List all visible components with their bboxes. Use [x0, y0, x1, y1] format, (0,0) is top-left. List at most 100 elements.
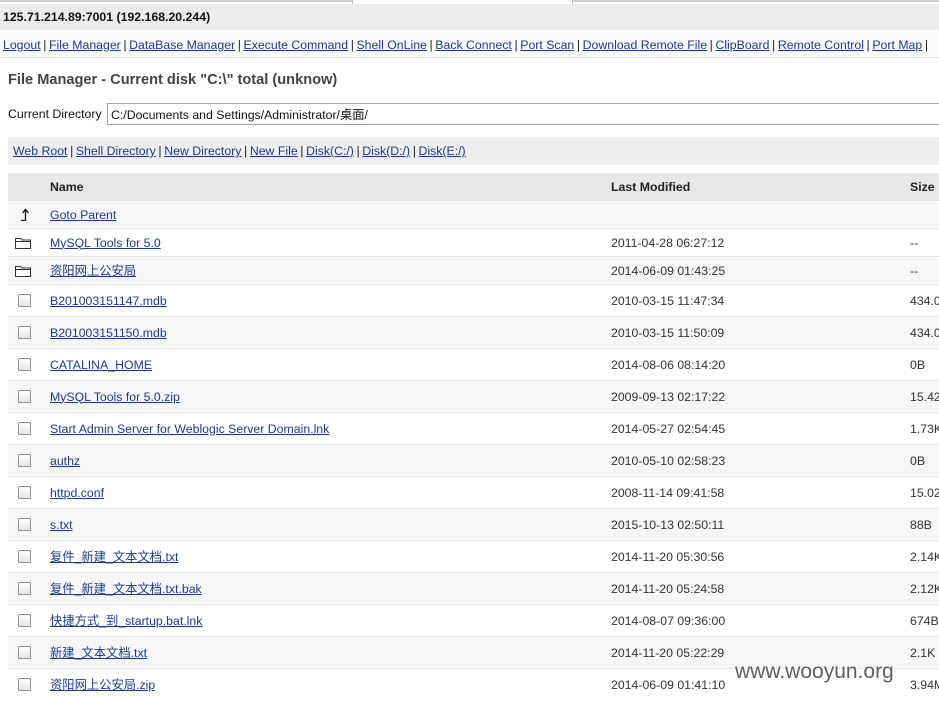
main-nav: Logout | File Manager | DataBase Manager | Exe… — [0, 30, 939, 58]
column-header-size[interactable]: Size — [910, 180, 939, 194]
tab-strip-line-left — [0, 0, 352, 2]
file-size: 674B — [910, 613, 939, 628]
row-icon-cell — [8, 229, 50, 256]
nav-database-manager[interactable]: DataBase Manager — [129, 38, 235, 52]
last-modified: 2010-03-15 11:47:34 — [611, 293, 725, 308]
row-select-cell — [8, 413, 50, 444]
table-row-file: 复件_新建_文本文档.txt.bak 2014-11-20 05:24:58 2… — [8, 572, 939, 604]
file-link[interactable]: CATALINA_HOME — [50, 358, 152, 372]
table-row-parent: Goto Parent — [8, 200, 939, 228]
row-checkbox[interactable] — [18, 646, 31, 659]
last-modified: 2011-04-28 06:27:12 — [611, 235, 725, 250]
row-icon-cell — [8, 201, 50, 228]
file-table-header: Name Last Modified Size — [8, 173, 939, 200]
table-row-file: Start Admin Server for Weblogic Server D… — [8, 412, 939, 444]
file-size: 434.0 — [910, 325, 939, 340]
row-checkbox[interactable] — [18, 678, 31, 691]
file-link[interactable]: 复件_新建_文本文档.txt.bak — [50, 582, 202, 596]
link-shell-directory[interactable]: Shell Directory — [76, 144, 156, 158]
table-row-file: MySQL Tools for 5.0.zip 2009-09-13 02:17… — [8, 380, 939, 412]
nav-execute-command[interactable]: Execute Command — [244, 38, 349, 52]
file-link[interactable]: 资阳网上公安局.zip — [50, 678, 155, 692]
column-header-last-modified[interactable]: Last Modified — [611, 180, 910, 194]
row-checkbox[interactable] — [18, 518, 31, 531]
nav-remote-control[interactable]: Remote Control — [778, 38, 864, 52]
folder-icon — [15, 266, 31, 277]
last-modified: 2014-06-09 01:43:25 — [611, 263, 726, 278]
link-disk-c[interactable]: Disk(C:/) — [306, 144, 354, 158]
site-watermark: www.wooyun.org — [735, 660, 894, 683]
quick-links: Web Root | Shell Directory | New Directory | N… — [13, 144, 466, 158]
goto-parent-link[interactable]: Goto Parent — [50, 208, 116, 222]
nav-port-map[interactable]: Port Map — [872, 38, 922, 52]
row-select-cell — [8, 605, 50, 636]
folder-link[interactable]: 资阳网上公安局 — [50, 264, 136, 278]
file-link[interactable]: Start Admin Server for Weblogic Server D… — [50, 422, 329, 436]
last-modified: 2014-11-20 05:24:58 — [611, 581, 725, 596]
last-modified: 2009-09-13 02:17:22 — [611, 389, 726, 404]
file-link[interactable]: 快捷方式_到_startup.bat.lnk — [50, 614, 202, 628]
nav-separator: | — [514, 38, 518, 52]
row-checkbox[interactable] — [18, 422, 31, 435]
row-checkbox[interactable] — [18, 454, 31, 467]
table-row-file: B201003151150.mdb 2010-03-15 11:50:09 43… — [8, 316, 939, 348]
header-icon-cell — [8, 173, 50, 200]
row-select-cell — [8, 541, 50, 572]
link-disk-d[interactable]: Disk(D:/) — [362, 144, 410, 158]
file-link[interactable]: B201003151150.mdb — [50, 326, 167, 340]
last-modified: 2010-03-15 11:50:09 — [611, 325, 725, 340]
quick-link-separator: | — [244, 144, 248, 158]
last-modified: 2014-05-27 02:54:45 — [611, 421, 726, 436]
nav-separator: | — [772, 38, 776, 52]
file-link[interactable]: B201003151147.mdb — [50, 294, 167, 308]
link-web-root[interactable]: Web Root — [13, 144, 67, 158]
quick-link-separator: | — [300, 144, 304, 158]
main-nav-links: Logout | File Manager | DataBase Manager | Exe… — [3, 38, 931, 52]
table-row-folder: MySQL Tools for 5.0 2011-04-28 06:27:12 … — [8, 228, 939, 256]
row-checkbox[interactable] — [18, 550, 31, 563]
current-directory-input[interactable] — [107, 103, 939, 125]
table-row-file: httpd.conf 2008-11-14 09:41:58 15.02 — [8, 476, 939, 508]
row-checkbox[interactable] — [18, 486, 31, 499]
row-checkbox[interactable] — [18, 390, 31, 403]
file-size: 3.94M — [910, 677, 939, 692]
link-new-directory[interactable]: New Directory — [164, 144, 241, 158]
file-link[interactable]: httpd.conf — [50, 486, 104, 500]
file-size: 2.14K — [910, 549, 939, 564]
row-checkbox[interactable] — [18, 326, 31, 339]
row-select-cell — [8, 509, 50, 540]
file-link[interactable]: MySQL Tools for 5.0.zip — [50, 390, 180, 404]
nav-separator: | — [924, 38, 929, 52]
column-header-name[interactable]: Name — [50, 180, 611, 194]
quick-link-separator: | — [412, 144, 416, 158]
nav-logout[interactable]: Logout — [3, 38, 41, 52]
row-checkbox[interactable] — [18, 582, 31, 595]
file-link[interactable]: 新建_文本文档.txt — [50, 646, 147, 660]
last-modified: 2008-11-14 09:41:58 — [611, 485, 725, 500]
folder-link[interactable]: MySQL Tools for 5.0 — [50, 236, 161, 250]
row-select-cell — [8, 317, 50, 348]
nav-clipboard[interactable]: ClipBoard — [715, 38, 769, 52]
row-select-cell — [8, 573, 50, 604]
current-directory-label: Current Directory — [8, 107, 102, 121]
nav-shell-online[interactable]: Shell OnLine — [356, 38, 426, 52]
link-new-file[interactable]: New File — [250, 144, 298, 158]
nav-file-manager[interactable]: File Manager — [49, 38, 121, 52]
row-checkbox[interactable] — [18, 614, 31, 627]
last-modified: 2015-10-13 02:50:11 — [611, 517, 725, 532]
table-row-file: 复件_新建_文本文档.txt 2014-11-20 05:30:56 2.14K — [8, 540, 939, 572]
file-size: 434.0 — [910, 293, 939, 308]
last-modified: 2014-11-20 05:22:29 — [611, 645, 725, 660]
last-modified: 2010-05-10 02:58:23 — [611, 453, 726, 468]
file-link[interactable]: authz — [50, 454, 80, 468]
nav-download-remote-file[interactable]: Download Remote File — [583, 38, 707, 52]
row-checkbox[interactable] — [18, 358, 31, 371]
nav-back-connect[interactable]: Back Connect — [435, 38, 512, 52]
nav-separator: | — [43, 38, 47, 52]
file-link[interactable]: s.txt — [50, 518, 73, 532]
nav-separator: | — [123, 38, 127, 52]
row-checkbox[interactable] — [18, 294, 31, 307]
link-disk-e[interactable]: Disk(E:/) — [419, 144, 466, 158]
nav-port-scan[interactable]: Port Scan — [520, 38, 574, 52]
file-link[interactable]: 复件_新建_文本文档.txt — [50, 550, 178, 564]
